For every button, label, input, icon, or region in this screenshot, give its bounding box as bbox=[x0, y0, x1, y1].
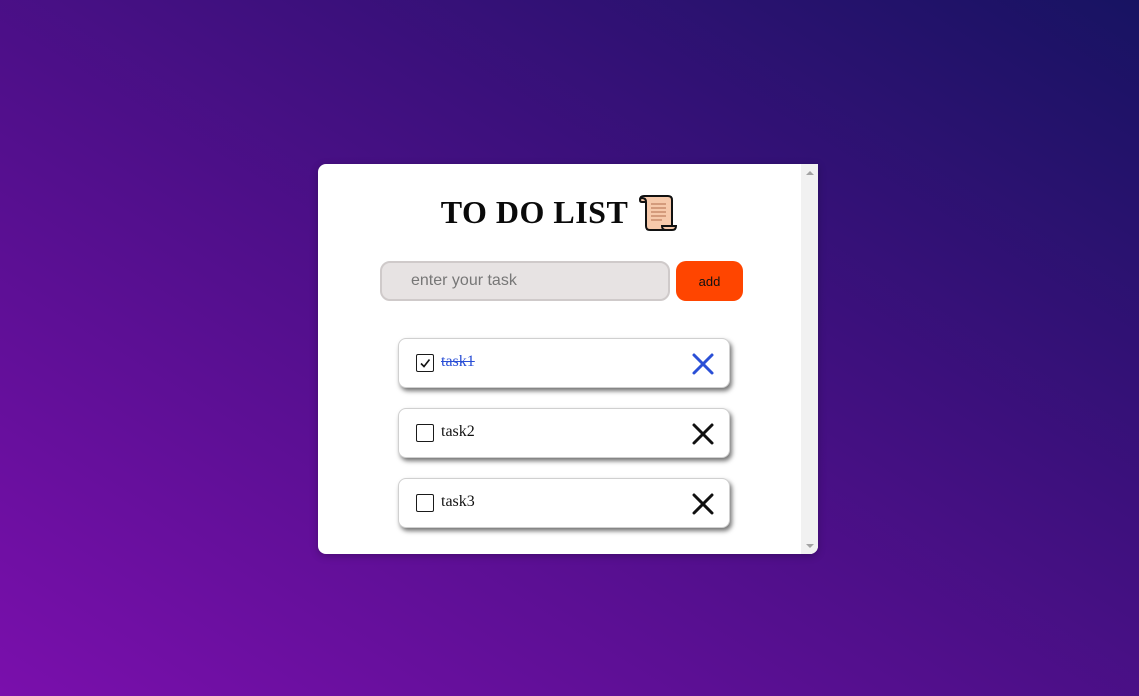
close-icon bbox=[692, 353, 714, 375]
title-row: TO DO LIST bbox=[318, 190, 801, 234]
page-title: TO DO LIST bbox=[440, 193, 629, 230]
task-form: add bbox=[380, 261, 743, 301]
add-button[interactable]: add bbox=[676, 261, 743, 301]
vertical-scrollbar[interactable] bbox=[801, 164, 818, 554]
task-input[interactable] bbox=[380, 261, 670, 301]
task-label: task1 bbox=[441, 353, 475, 370]
todo-card: TO DO LIST add task1 task2 task3 bbox=[318, 164, 818, 554]
delete-task-button[interactable] bbox=[691, 352, 715, 376]
task-item: task2 bbox=[398, 408, 730, 458]
task-label: task2 bbox=[441, 423, 475, 440]
close-icon bbox=[692, 493, 714, 515]
scroll-icon bbox=[638, 192, 678, 232]
scroll-up-arrow[interactable] bbox=[801, 164, 818, 181]
task-label: task3 bbox=[441, 493, 475, 510]
task-checkbox[interactable] bbox=[416, 424, 434, 442]
task-item: task3 bbox=[398, 478, 730, 528]
scroll-down-arrow[interactable] bbox=[801, 537, 818, 554]
close-icon bbox=[692, 423, 714, 445]
task-checkbox[interactable] bbox=[416, 494, 434, 512]
task-list: task1 task2 task3 bbox=[398, 338, 730, 548]
delete-task-button[interactable] bbox=[691, 492, 715, 516]
delete-task-button[interactable] bbox=[691, 422, 715, 446]
task-item: task1 bbox=[398, 338, 730, 388]
task-checkbox[interactable] bbox=[416, 354, 434, 372]
check-icon bbox=[420, 359, 431, 368]
